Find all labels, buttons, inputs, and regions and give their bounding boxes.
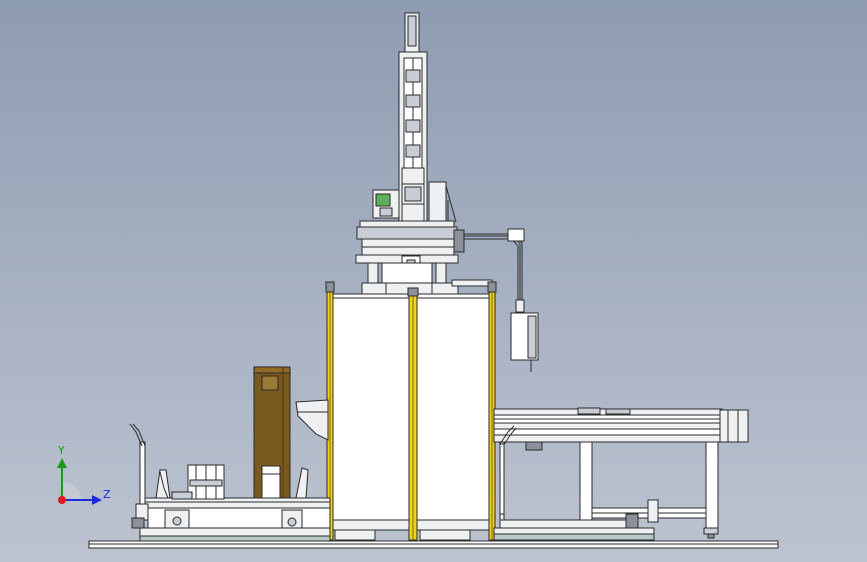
column-bracket: [428, 181, 457, 223]
sensor-post-left: [129, 423, 149, 529]
cad-drawing[interactable]: Y Z: [0, 0, 867, 562]
fixture-right: [295, 467, 309, 499]
coordinate-triad: Y Z: [57, 444, 111, 505]
left-workbench[interactable]: [139, 497, 331, 542]
top-right-beam: [451, 279, 493, 287]
conveyor-frame: [493, 441, 719, 541]
feed-chute: [295, 399, 329, 441]
cad-viewport[interactable]: Y Z: [0, 0, 867, 562]
fixture-left: [155, 469, 171, 499]
lift-column[interactable]: [398, 12, 428, 223]
light-curtain-center: [407, 287, 419, 541]
fixture-block: [261, 465, 281, 499]
rotary-head[interactable]: [355, 220, 465, 296]
triad-z-label: Z: [103, 488, 111, 501]
triad-y-label: Y: [57, 444, 65, 457]
control-box[interactable]: [510, 312, 539, 372]
workpiece-tray[interactable]: [171, 464, 225, 500]
servo-motor[interactable]: [372, 189, 400, 219]
floor-plate: [88, 540, 779, 549]
